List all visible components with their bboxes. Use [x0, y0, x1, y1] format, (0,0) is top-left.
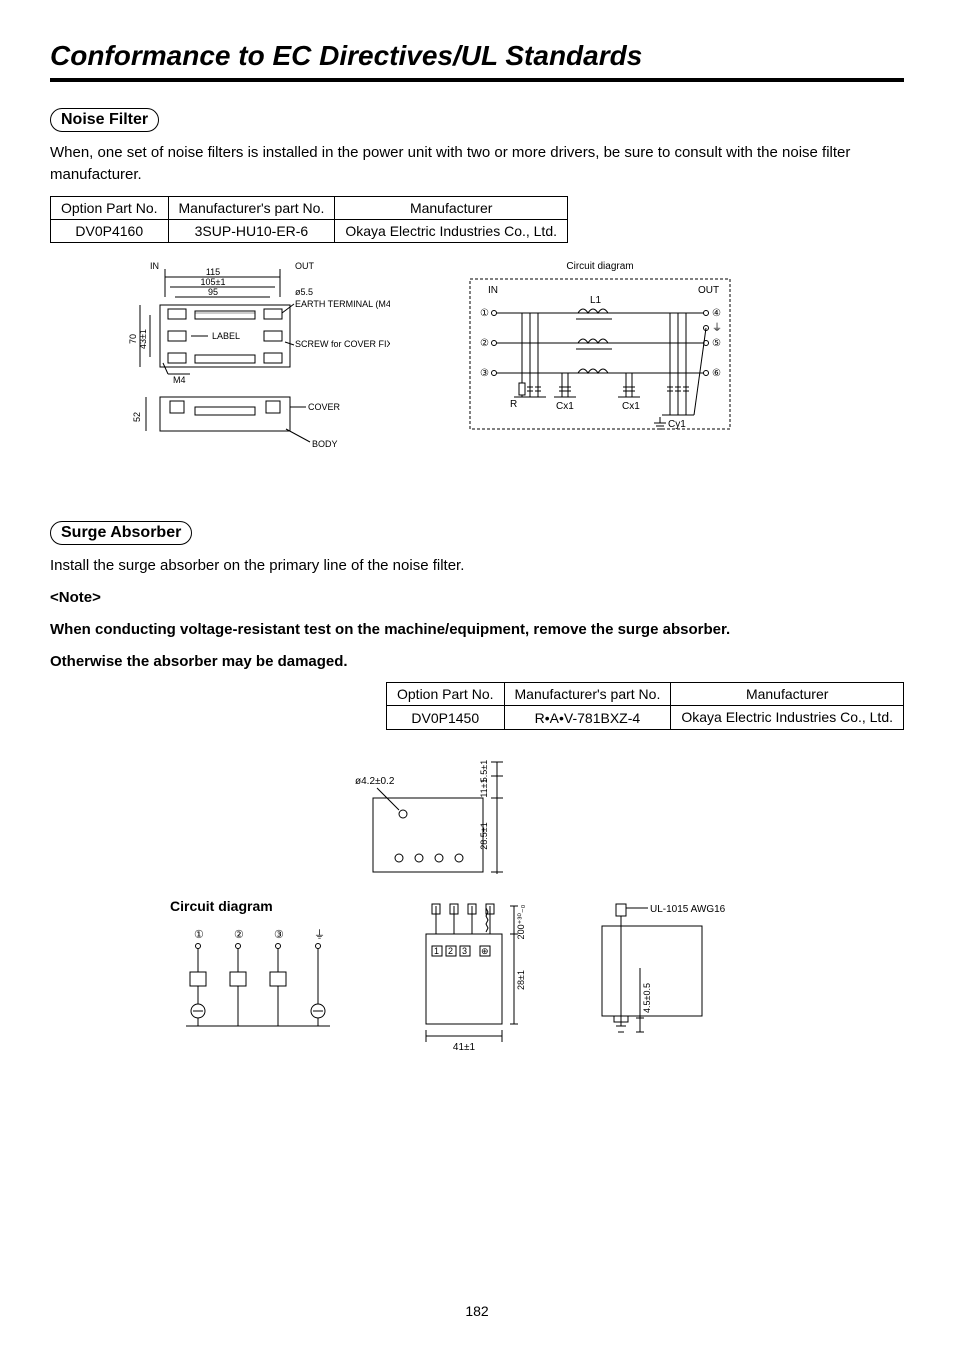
svg-text:41±1: 41±1	[453, 1042, 476, 1053]
svg-text:OUT: OUT	[698, 285, 719, 296]
surge-absorber-badge: Surge Absorber	[50, 521, 192, 545]
svg-text:Circuit diagram: Circuit diagram	[566, 261, 633, 272]
svg-text:④: ④	[712, 308, 721, 319]
td-mfrpart2: R•A•V-781BXZ-4	[504, 706, 671, 730]
svg-text:OUT: OUT	[295, 261, 315, 271]
svg-text:COVER: COVER	[308, 402, 341, 412]
svg-text:IN: IN	[150, 261, 159, 271]
svg-text:L1: L1	[590, 295, 602, 306]
svg-text:⑤: ⑤	[712, 338, 721, 349]
svg-text:115: 115	[206, 267, 220, 277]
svg-text:①: ①	[194, 929, 204, 941]
svg-text:⑥: ⑥	[712, 368, 721, 379]
svg-text:Cy1: Cy1	[668, 419, 686, 430]
svg-text:⊕: ⊕	[481, 946, 489, 956]
svg-text:BODY: BODY	[312, 439, 338, 449]
td-option: DV0P4160	[51, 219, 169, 243]
svg-text:LABEL: LABEL	[212, 331, 240, 341]
th-mfrpart2: Manufacturer's part No.	[504, 683, 671, 706]
svg-text:②: ②	[480, 338, 489, 349]
svg-text:①: ①	[480, 308, 489, 319]
noise-filter-para: When, one set of noise filters is instal…	[50, 142, 904, 186]
svg-text:28.5±1: 28.5±1	[479, 822, 489, 849]
svg-text:⏚: ⏚	[314, 928, 325, 941]
surge-para1: Install the surge absorber on the primar…	[50, 555, 904, 577]
svg-text:3: 3	[462, 946, 467, 956]
svg-text:ø5.5: ø5.5	[295, 287, 313, 297]
surge-note2: Otherwise the absorber may be damaged.	[50, 651, 904, 673]
surge-wire-diagram: UL-1015 AWG16 4.5±0.5	[592, 898, 772, 1058]
th-mfr2: Manufacturer	[671, 683, 904, 706]
surge-top-diagram: 5.5±1 11±1 28.5±1 ø4.2±0.2	[347, 754, 607, 884]
svg-text:⏚: ⏚	[712, 322, 722, 334]
th-option2: Option Part No.	[387, 683, 505, 706]
surge-absorber-section: Surge Absorber Install the surge absorbe…	[50, 513, 904, 1068]
svg-text:4.5±0.5: 4.5±0.5	[642, 983, 652, 1013]
svg-text:105±1: 105±1	[201, 277, 226, 287]
td-mfrpart: 3SUP-HU10-ER-6	[168, 219, 335, 243]
svg-text:SCREW for COVER FIXING (M3): SCREW for COVER FIXING (M3)	[295, 339, 390, 349]
noise-filter-badge: Noise Filter	[50, 108, 159, 132]
surge-circuit-label: Circuit diagram	[170, 898, 370, 914]
svg-text:ø4.2±0.2: ø4.2±0.2	[355, 776, 395, 787]
noise-filter-table: Option Part No. Manufacturer's part No. …	[50, 196, 568, 244]
svg-text:IN: IN	[488, 285, 498, 296]
noise-filter-dimensional-diagram: IN OUT 115 105±1 95	[50, 257, 390, 477]
surge-circuit-diagram: ① ② ③ ⏚	[170, 926, 350, 1036]
svg-text:③: ③	[274, 929, 284, 941]
td-option2: DV0P1450	[387, 706, 505, 730]
svg-text:28±1: 28±1	[516, 970, 526, 990]
svg-text:70: 70	[128, 334, 138, 344]
svg-text:Cx1: Cx1	[622, 401, 640, 412]
th-mfr: Manufacturer	[335, 196, 568, 219]
surge-table: Option Part No. Manufacturer's part No. …	[386, 682, 904, 730]
svg-text:EARTH TERMINAL (M4): EARTH TERMINAL (M4)	[295, 299, 390, 309]
svg-text:1: 1	[434, 946, 439, 956]
surge-note-label: <Note>	[50, 587, 904, 609]
surge-body-diagram: 200⁺³⁰₋₀ 1 2 3 ⊕ 28±1 41±1	[406, 898, 556, 1068]
svg-text:UL-1015 AWG16: UL-1015 AWG16	[650, 904, 726, 915]
svg-text:2: 2	[448, 946, 453, 956]
svg-text:②: ②	[234, 929, 244, 941]
svg-text:M4: M4	[173, 375, 186, 385]
svg-text:R: R	[510, 399, 517, 410]
td-mfr: Okaya Electric Industries Co., Ltd.	[335, 219, 568, 243]
noise-filter-section: Noise Filter When, one set of noise filt…	[50, 100, 904, 477]
svg-text:Cx1: Cx1	[556, 401, 574, 412]
svg-text:52: 52	[132, 412, 142, 422]
svg-text:③: ③	[480, 368, 489, 379]
noise-filter-circuit-diagram: Circuit diagram IN OUT L1	[450, 257, 750, 447]
th-option: Option Part No.	[51, 196, 169, 219]
surge-note1: When conducting voltage-resistant test o…	[50, 619, 904, 641]
td-mfr2: Okaya Electric Industries Co., Ltd.	[671, 706, 904, 730]
svg-text:11±1: 11±1	[479, 778, 489, 797]
svg-text:200⁺³⁰₋₀: 200⁺³⁰₋₀	[516, 904, 526, 939]
page-number: 182	[0, 1303, 954, 1319]
th-mfrpart: Manufacturer's part No.	[168, 196, 335, 219]
page-title: Conformance to EC Directives/UL Standard…	[50, 40, 904, 82]
svg-text:95: 95	[208, 287, 218, 297]
